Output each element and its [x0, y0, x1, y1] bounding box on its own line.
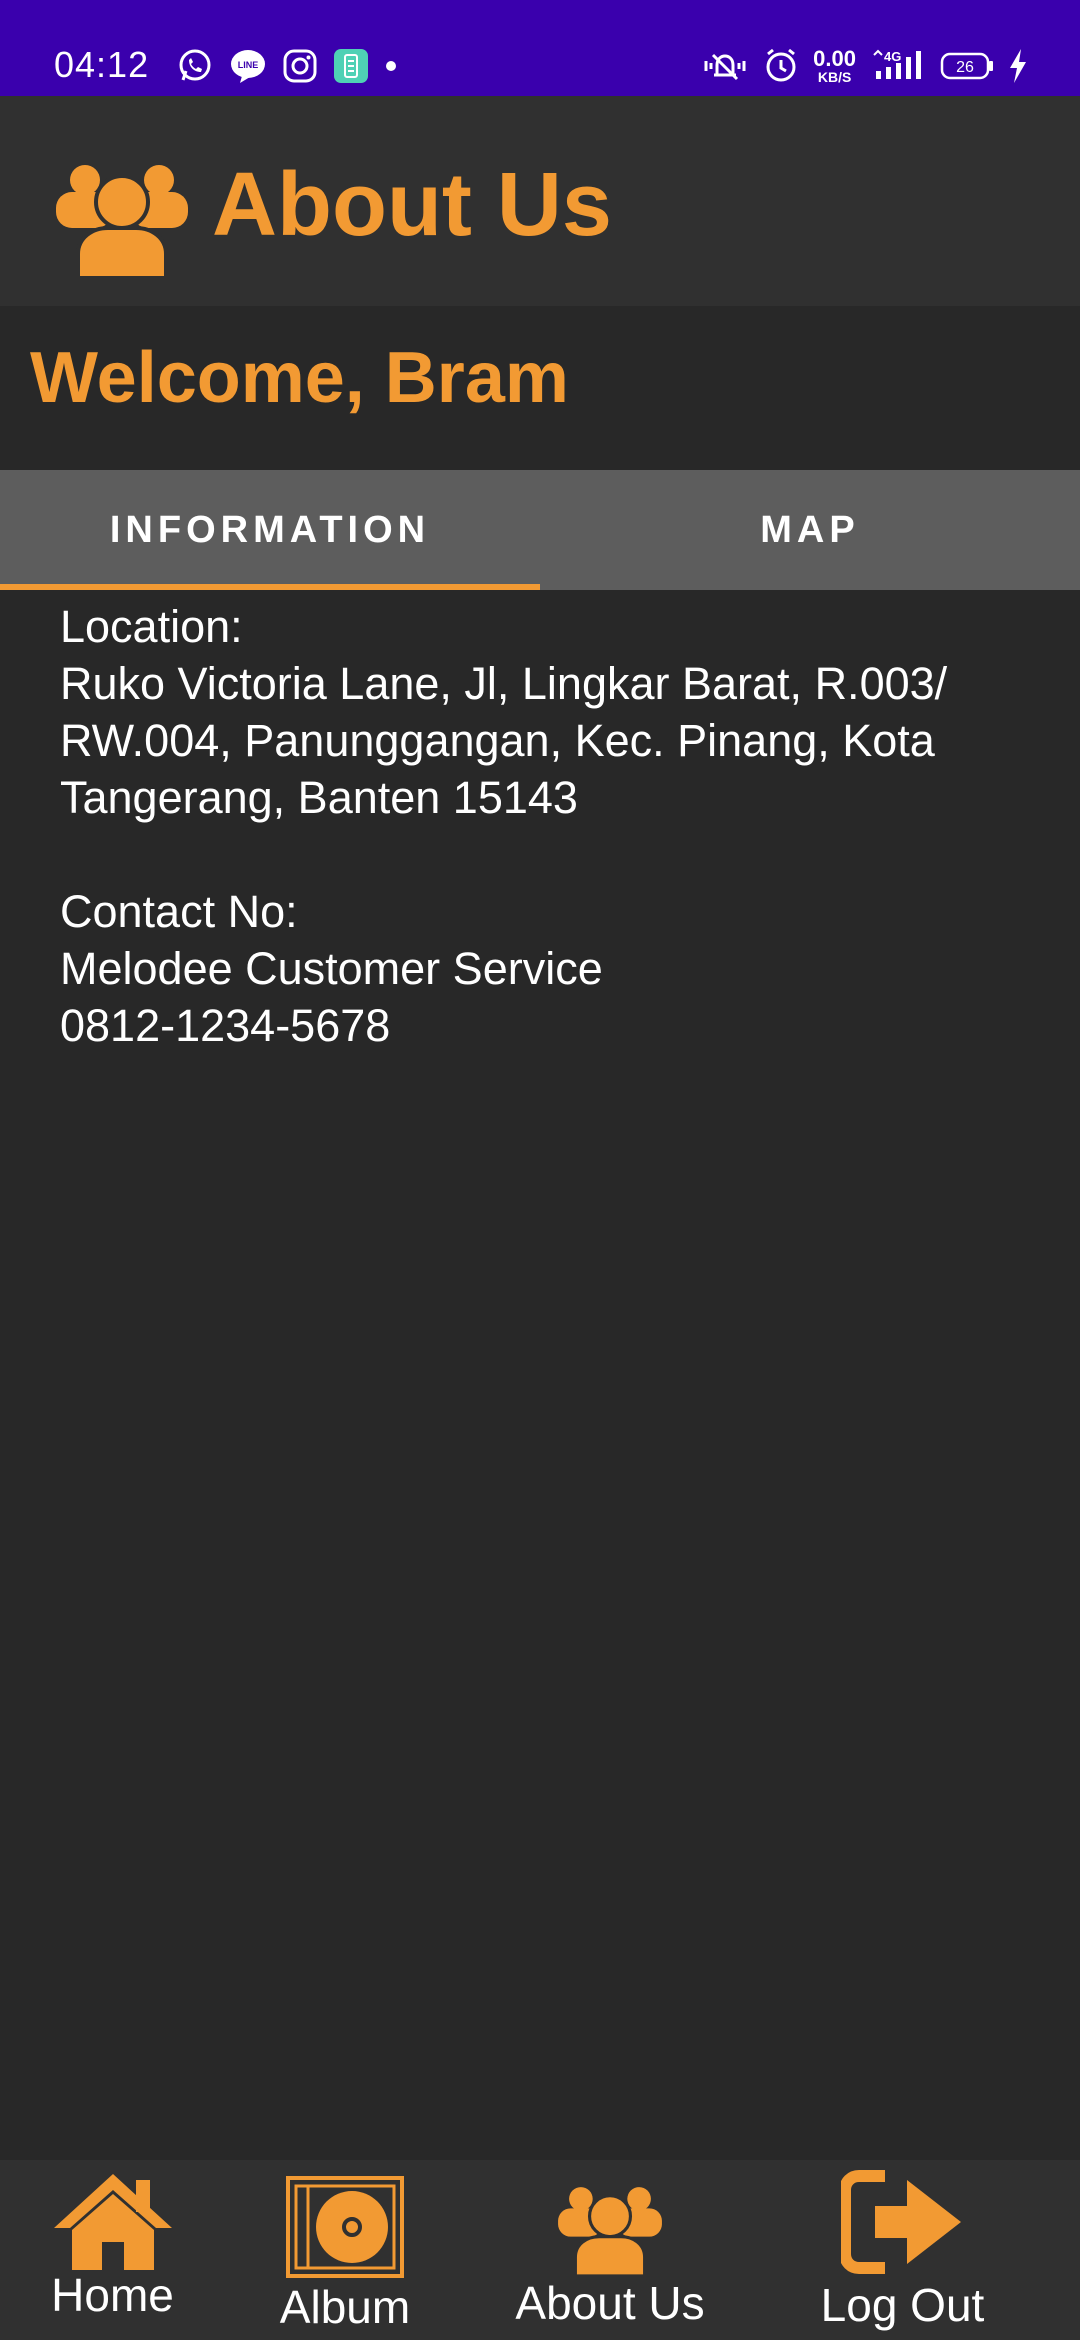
location-label: Location:: [60, 601, 243, 652]
network-type: 4G: [884, 49, 901, 64]
signal-icon: 4G: [873, 49, 921, 79]
more-dot-icon: [386, 61, 396, 71]
nav-home-label: Home: [51, 2269, 174, 2321]
tab-information-label: INFORMATION: [109, 508, 431, 551]
battery-level: 26: [956, 59, 974, 76]
alarm-icon: [766, 48, 796, 82]
nav-album-label: Album: [279, 2281, 411, 2333]
battery-icon: 26: [940, 52, 993, 80]
status-bar: 04:12 LINE 0.00 KB/S 4G 26: [0, 0, 1080, 96]
tab-bar: INFORMATION MAP: [0, 470, 1080, 590]
nav-log-out[interactable]: Log Out: [800, 2160, 1005, 2340]
information-content: Location: Ruko Victoria Lane, Jl, Lingka…: [60, 598, 1040, 1054]
svg-text:LINE: LINE: [238, 60, 259, 70]
nav-about-us[interactable]: About Us: [505, 2160, 715, 2340]
address-line: RW.004, Panunggangan, Kec. Pinang, Kota: [60, 715, 935, 766]
app-notification-icon: [334, 49, 368, 83]
net-speed-value: 0.00: [813, 46, 856, 71]
nav-about-us-label: About Us: [515, 2277, 705, 2329]
instagram-icon: [283, 49, 317, 83]
logout-icon: [840, 2170, 961, 2274]
group-icon: [56, 165, 188, 278]
nav-log-out-label: Log Out: [820, 2279, 985, 2331]
notification-icons: LINE: [176, 46, 398, 86]
app-bar: About Us: [0, 96, 1080, 306]
tab-map[interactable]: MAP: [540, 470, 1080, 590]
system-status-icons: 0.00 KB/S 4G 26: [701, 44, 1028, 88]
tab-map-label: MAP: [760, 508, 860, 551]
welcome-message: Welcome, Bram: [30, 338, 569, 418]
nav-album[interactable]: Album: [255, 2160, 435, 2340]
status-time: 04:12: [54, 44, 150, 85]
tab-selected-indicator: [0, 584, 540, 590]
charging-icon: [1010, 49, 1026, 83]
page-title: About Us: [212, 155, 612, 255]
nav-home[interactable]: Home: [20, 2160, 205, 2340]
contact-number: 0812-1234-5678: [60, 1000, 391, 1051]
address-line: Ruko Victoria Lane, Jl, Lingkar Barat, R…: [60, 658, 948, 709]
net-speed-unit: KB/S: [817, 69, 852, 85]
group-icon: [558, 2187, 662, 2276]
album-icon: [286, 2176, 404, 2278]
home-icon: [53, 2174, 172, 2270]
contact-label: Contact No:: [60, 886, 298, 937]
net-speed: 0.00 KB/S: [813, 46, 856, 85]
contact-name: Melodee Customer Service: [60, 943, 603, 994]
bottom-navigation: Home Album About Us Log Out: [0, 2160, 1080, 2340]
line-icon: LINE: [231, 50, 265, 83]
vibrate-icon: [704, 53, 746, 81]
tab-information[interactable]: INFORMATION: [0, 470, 540, 590]
address-line: Tangerang, Banten 15143: [60, 772, 578, 823]
whatsapp-icon: [179, 49, 211, 81]
